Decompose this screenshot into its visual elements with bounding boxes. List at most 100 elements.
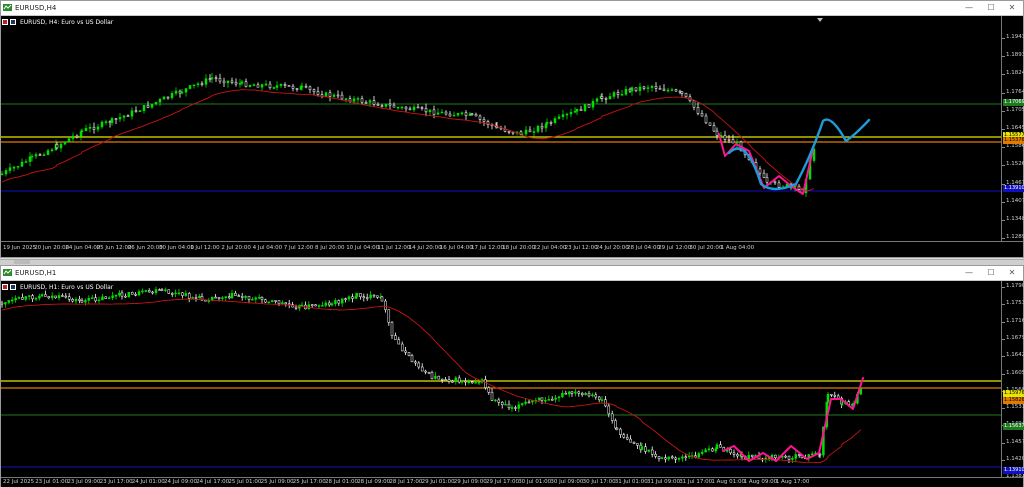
candle-body bbox=[550, 398, 554, 401]
candle-body bbox=[364, 101, 368, 104]
candle-body bbox=[230, 292, 234, 299]
candle-body bbox=[477, 381, 481, 384]
minimize-button[interactable]: — bbox=[959, 1, 979, 15]
candle-body bbox=[362, 296, 366, 298]
candle-body bbox=[444, 379, 447, 381]
time-axis-label: 25 Jul 09:00 bbox=[260, 479, 294, 485]
candle-body bbox=[174, 90, 178, 94]
candle-body bbox=[714, 448, 718, 452]
candle-body bbox=[204, 299, 207, 302]
candle-body bbox=[420, 366, 424, 372]
candle-body bbox=[727, 139, 731, 141]
candle-body bbox=[553, 118, 557, 123]
candle-body bbox=[587, 104, 591, 108]
time-axis-label: 24 Jul 17:00 bbox=[196, 479, 230, 485]
time-axis-h1[interactable]: 22 Jul 2025 23 Jul 01:00 23 Jul 09:00 23 Ju… bbox=[1, 477, 1023, 487]
candle-body bbox=[317, 305, 321, 307]
close-button[interactable]: ✕ bbox=[1002, 266, 1022, 280]
time-axis-label: 30 Jul 09:00 bbox=[550, 479, 584, 485]
candle-body bbox=[376, 295, 379, 298]
chart-canvas[interactable] bbox=[1, 281, 1001, 477]
price-scale-h1[interactable]: 1.17900 1.17530 1.17160 1.16790 1.16420 1.160… bbox=[1001, 281, 1024, 479]
candle-body bbox=[42, 154, 46, 156]
candle-body bbox=[674, 89, 678, 92]
candle-body bbox=[677, 458, 681, 460]
chart-window-h1[interactable]: EURUSD,H1 — ☐ ✕ EURUSD, H1: Euro vs US D… bbox=[0, 265, 1024, 487]
candle-body bbox=[111, 295, 114, 298]
close-button[interactable]: ✕ bbox=[1002, 1, 1022, 15]
price-scale-h4[interactable]: 1.19430 1.18930 1.18240 1.17640 1.17050 1.164… bbox=[1001, 16, 1024, 241]
time-axis-label: 23 Jul 12:00 bbox=[564, 245, 598, 251]
window-titlebar-h1[interactable]: EURUSD,H1 — ☐ ✕ bbox=[1, 266, 1023, 281]
candle-body bbox=[392, 104, 396, 108]
candle-body bbox=[452, 114, 456, 117]
chart-window-h4[interactable]: EURUSD,H4 — ☐ ✕ EURUSD, H4: Euro vs US D… bbox=[0, 0, 1024, 258]
candle-body bbox=[210, 77, 214, 80]
price-chart-h1[interactable]: EURUSD, H1: Euro vs US Dollar bbox=[1, 281, 1001, 477]
candle-body bbox=[230, 80, 234, 83]
candle-body bbox=[537, 397, 541, 401]
candle-body bbox=[614, 420, 617, 429]
time-axis-label: 31 Jul 09:00 bbox=[647, 479, 680, 485]
candle-body bbox=[487, 387, 491, 393]
chart-canvas[interactable] bbox=[1, 16, 1001, 241]
candle-body bbox=[164, 289, 167, 291]
candle-body bbox=[300, 304, 304, 307]
candle-body bbox=[580, 393, 584, 395]
candle-body bbox=[636, 443, 639, 446]
candle-body bbox=[638, 86, 642, 91]
time-axis-h4[interactable]: 19 Jun 2025 20 Jun 20:00 24 Jun 04:00 25 Ju… bbox=[1, 241, 1023, 257]
candle-body bbox=[731, 139, 735, 144]
candle-body bbox=[287, 85, 291, 87]
current-price-tag: 1.13910 bbox=[1003, 185, 1024, 192]
candle-body bbox=[27, 295, 31, 297]
chart-tab[interactable] bbox=[14, 260, 30, 264]
price-tick-label: 1.16050 bbox=[1006, 369, 1024, 376]
price-tick-mark bbox=[1002, 201, 1005, 203]
candle-body bbox=[470, 381, 474, 384]
moving-average-line bbox=[1, 89, 815, 192]
candle-body bbox=[328, 92, 332, 97]
candle-body bbox=[92, 126, 96, 130]
time-axis-label: 1 Aug 17:00 bbox=[775, 479, 810, 485]
candle-body bbox=[810, 453, 814, 455]
candle-body bbox=[764, 457, 768, 460]
price-tick-mark bbox=[1002, 110, 1005, 112]
candle-body bbox=[114, 118, 118, 120]
candle-body bbox=[390, 322, 394, 336]
candle-body bbox=[256, 84, 260, 88]
candle-body bbox=[191, 297, 194, 299]
candle-body bbox=[547, 398, 551, 401]
candle-body bbox=[324, 92, 328, 97]
candle-body bbox=[736, 454, 739, 457]
candle-body bbox=[762, 172, 766, 178]
price-chart-h4[interactable]: EURUSD, H4: Euro vs US Dollar bbox=[1, 16, 1001, 241]
candle-body bbox=[380, 105, 384, 107]
price-tick-mark bbox=[1002, 238, 1005, 240]
candle-body bbox=[268, 83, 272, 88]
candle-body bbox=[549, 122, 553, 124]
maximize-button[interactable]: ☐ bbox=[981, 1, 1001, 15]
candle-body bbox=[47, 296, 51, 299]
candle-body bbox=[624, 88, 628, 95]
candle-body bbox=[833, 395, 837, 397]
candle-body bbox=[527, 401, 531, 404]
period-separator-marker bbox=[817, 18, 823, 22]
price-tick-mark bbox=[1002, 287, 1005, 288]
maximize-button[interactable]: ☐ bbox=[981, 266, 1001, 280]
candle-body bbox=[244, 295, 247, 298]
candle-body bbox=[504, 403, 507, 406]
candle-body bbox=[630, 87, 634, 92]
minimize-button[interactable]: — bbox=[959, 266, 979, 280]
candle-body bbox=[750, 454, 754, 457]
candle-body bbox=[4, 302, 7, 305]
candle-body bbox=[424, 108, 428, 113]
candle-body bbox=[90, 297, 94, 299]
candle-body bbox=[234, 82, 238, 85]
price-tick-mark bbox=[1002, 74, 1005, 76]
candle-body bbox=[359, 293, 362, 297]
candle-body bbox=[120, 292, 124, 297]
candle-body bbox=[332, 94, 336, 97]
window-titlebar-h4[interactable]: EURUSD,H4 — ☐ ✕ bbox=[1, 1, 1023, 16]
current-price-tag: 1.17069 bbox=[1003, 99, 1024, 106]
